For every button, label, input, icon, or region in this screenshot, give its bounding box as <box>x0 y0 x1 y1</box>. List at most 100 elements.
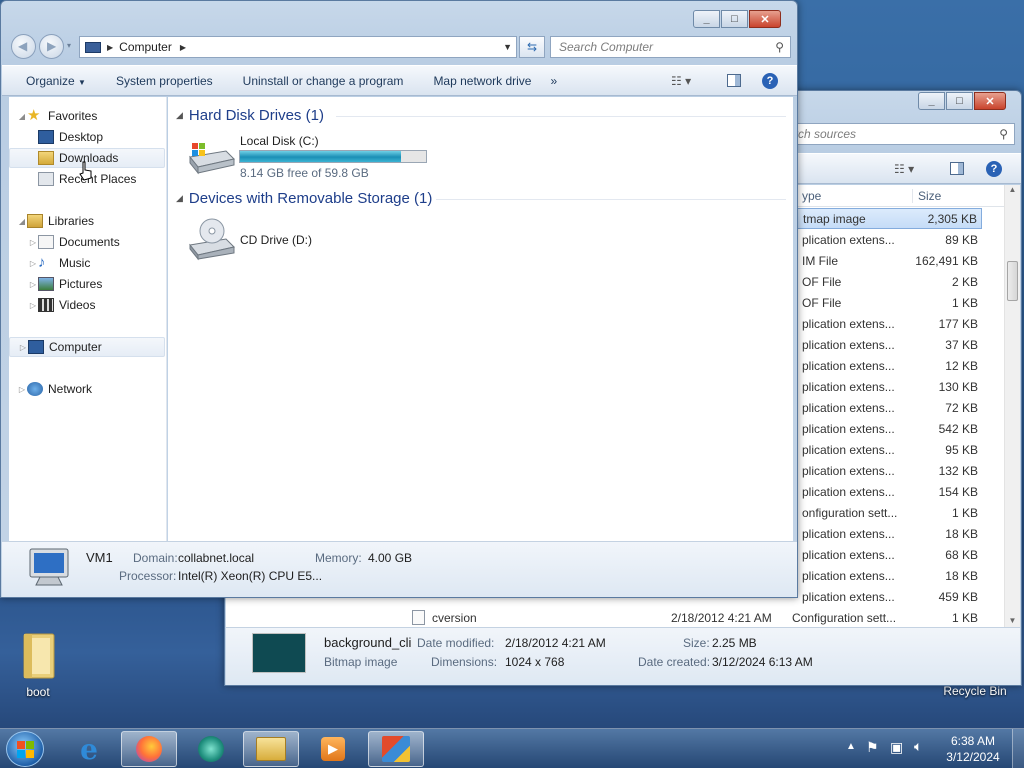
documents-icon <box>38 235 54 249</box>
nav-label: Network <box>48 382 93 396</box>
taskbar-control-panel[interactable] <box>368 731 424 767</box>
search-input[interactable]: Search Computer ⚲ <box>550 36 791 58</box>
pictures-icon <box>38 277 54 291</box>
desktop-icon-recycle-bin[interactable]: Recycle Bin <box>940 684 1010 698</box>
nav-label: Favorites <box>48 109 98 123</box>
file-thumbnail <box>252 633 306 673</box>
search-input[interactable]: rch sources ⚲ <box>785 123 1015 145</box>
expand-arrow-icon[interactable]: ▷ <box>28 280 38 289</box>
drive-item-local-disk[interactable]: Local Disk (C:) 8.14 GB free of 59.8 GB <box>184 131 434 181</box>
organize-button[interactable]: Organize ▼ <box>2 74 101 88</box>
breadcrumb-chevron-icon[interactable]: ▶ <box>180 43 186 52</box>
nav-desktop[interactable]: Desktop <box>9 127 165 147</box>
preview-pane-icon[interactable] <box>727 74 741 87</box>
address-bar[interactable]: ▶ Computer ▶ ▼ <box>79 36 517 58</box>
volume-muted-icon[interactable]: 🔈︎ <box>914 738 922 755</box>
memory-value: 4.00 GB <box>368 551 413 565</box>
close-button[interactable]: ✕ <box>974 92 1006 110</box>
expand-arrow-icon[interactable]: ▷ <box>18 343 28 352</box>
breadcrumb-computer[interactable]: Computer <box>119 40 172 54</box>
nav-music[interactable]: ▷ ♪ Music <box>9 253 165 273</box>
nav-network[interactable]: ▷ Network <box>9 379 165 399</box>
scroll-down-arrow[interactable]: ▼ <box>1005 616 1020 625</box>
show-desktop-button[interactable] <box>1012 729 1024 768</box>
view-options-icon[interactable]: ☷ ▾ <box>894 162 914 176</box>
processor-label: Processor: <box>119 569 177 583</box>
maximize-button[interactable]: □ <box>721 10 748 28</box>
taskbar-windows-explorer[interactable] <box>243 731 299 767</box>
view-options-icon[interactable]: ☷ ▾ <box>671 74 691 88</box>
scroll-up-arrow[interactable]: ▲ <box>1005 185 1020 194</box>
size-label: Size: <box>683 636 710 650</box>
dimensions-value: 1024 x 768 <box>505 655 565 669</box>
nav-computer[interactable]: ▷ Computer <box>9 337 165 357</box>
refresh-button[interactable]: ⇆ <box>519 36 545 58</box>
windows-explorer-icon <box>256 737 286 761</box>
processor-value: Intel(R) Xeon(R) CPU E5... <box>178 569 323 583</box>
action-center-flag-icon[interactable]: ⚑ <box>866 739 879 756</box>
address-dropdown-icon[interactable]: ▼ <box>503 42 512 52</box>
drive-item-cd-drive[interactable]: CD Drive (D:) <box>184 217 384 263</box>
maximize-button[interactable]: □ <box>946 92 973 110</box>
nav-videos[interactable]: ▷ Videos <box>9 295 165 315</box>
taskbar-media-player[interactable]: ▶ <box>305 731 361 767</box>
explorer-window-computer[interactable]: _ □ ✕ ◀ ▶ ▾ ▶ Computer ▶ ▼ ⇆ Search Comp… <box>0 0 798 598</box>
hand-cursor-icon <box>79 161 92 181</box>
clock-time: 6:38 AM <box>950 734 996 748</box>
start-button[interactable] <box>6 731 44 767</box>
hard-drive-icon <box>189 143 235 175</box>
dimensions-label: Dimensions: <box>431 655 498 669</box>
table-row[interactable]: cversion 2/18/2012 4:21 AM Configuration s… <box>226 607 982 628</box>
collapse-arrow-icon[interactable]: ◢ <box>176 110 183 121</box>
cell-type: Configuration sett... <box>792 610 897 625</box>
expand-arrow-icon[interactable]: ▷ <box>28 259 38 268</box>
scroll-thumb[interactable] <box>1007 261 1018 301</box>
system-properties-button[interactable]: System properties <box>101 74 228 88</box>
clock[interactable]: 6:38 AM 3/12/2024 <box>940 733 1006 765</box>
collapse-arrow-icon[interactable]: ◢ <box>176 193 183 204</box>
minimize-button[interactable]: _ <box>918 92 945 110</box>
nav-libraries[interactable]: ◢ Libraries <box>9 211 165 231</box>
date-modified-value: 2/18/2012 4:21 AM <box>505 636 606 650</box>
nav-documents[interactable]: ▷ Documents <box>9 232 165 252</box>
desktop-icon-boot[interactable]: boot <box>8 630 68 699</box>
back-button[interactable]: ◀ <box>11 34 36 59</box>
preview-pane-icon[interactable] <box>950 162 964 175</box>
taskbar-app-viewer[interactable] <box>183 731 239 767</box>
more-commands-button[interactable]: » <box>546 74 572 88</box>
cell-type: plication extens... <box>802 526 895 541</box>
scrollbar[interactable]: ▲ ▼ <box>1004 185 1020 627</box>
group-header-removable[interactable]: ◢ Devices with Removable Storage (1) <box>176 190 432 207</box>
control-panel-icon <box>382 736 410 762</box>
nav-favorites[interactable]: ◢ ★ Favorites <box>9 106 165 126</box>
network-status-icon[interactable]: ▣ <box>890 739 903 756</box>
expand-arrow-icon[interactable]: ▷ <box>17 385 27 394</box>
column-type[interactable]: ype <box>802 189 821 203</box>
help-icon[interactable]: ? <box>762 72 778 89</box>
map-network-drive-button[interactable]: Map network drive <box>418 74 546 88</box>
cell-size: 542 KB <box>938 421 978 436</box>
help-icon[interactable]: ? <box>986 160 1002 177</box>
nav-pictures[interactable]: ▷ Pictures <box>9 274 165 294</box>
expand-arrow-icon[interactable]: ◢ <box>17 217 27 226</box>
cell-type: onfiguration sett... <box>802 505 898 520</box>
minimize-button[interactable]: _ <box>693 10 720 28</box>
recent-pages-chevron-icon[interactable]: ▾ <box>67 41 71 50</box>
expand-arrow-icon[interactable]: ▷ <box>28 238 38 247</box>
column-size[interactable]: Size <box>912 188 941 203</box>
cell-size: 18 KB <box>945 568 978 583</box>
taskbar-firefox[interactable] <box>121 731 177 767</box>
forward-button[interactable]: ▶ <box>39 34 64 59</box>
drive-name: Local Disk (C:) <box>240 134 319 148</box>
drive-usage-bar <box>239 150 427 163</box>
show-hidden-icons-icon[interactable]: ▲ <box>846 741 856 752</box>
computer-icon <box>29 548 69 586</box>
uninstall-program-button[interactable]: Uninstall or change a program <box>228 74 419 88</box>
star-icon: ★ <box>27 107 41 124</box>
taskbar-internet-explorer[interactable]: e <box>61 731 117 767</box>
group-header-hard-disks[interactable]: ◢ Hard Disk Drives (1) <box>176 107 324 124</box>
close-button[interactable]: ✕ <box>749 10 781 28</box>
expand-arrow-icon[interactable]: ◢ <box>17 112 27 121</box>
search-placeholder: rch sources <box>794 127 857 141</box>
expand-arrow-icon[interactable]: ▷ <box>28 301 38 310</box>
